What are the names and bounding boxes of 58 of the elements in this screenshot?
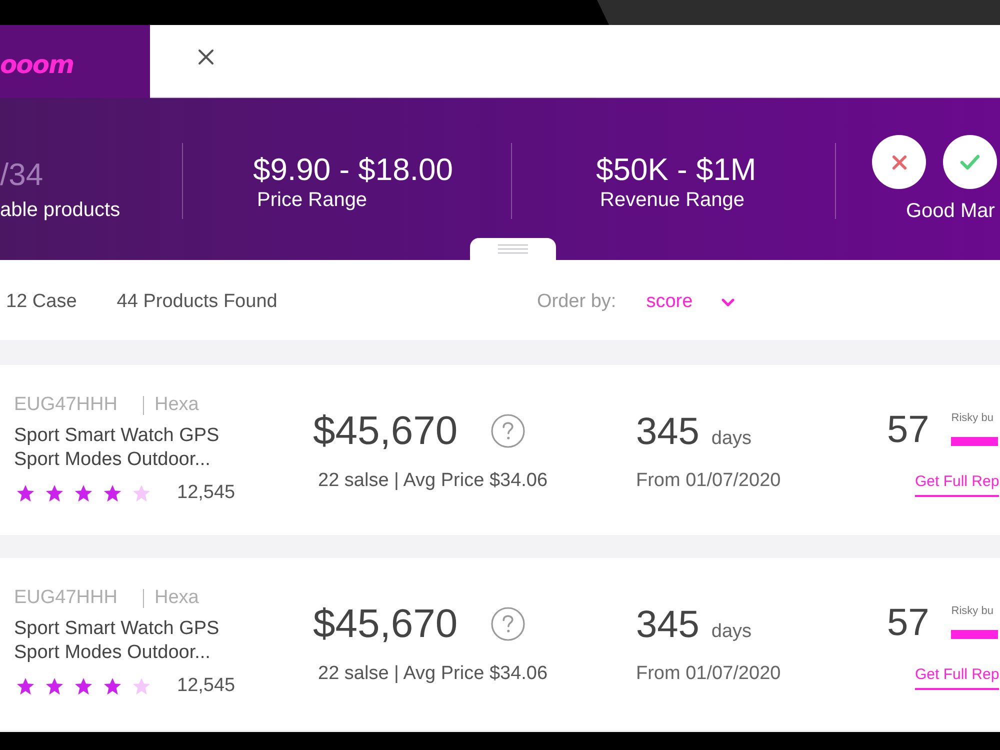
risk-label: Risky bu — [951, 604, 994, 618]
star-icon — [45, 676, 64, 696]
product-sku: EUG47HHH — [14, 394, 118, 416]
review-count: 12,545 — [177, 482, 236, 504]
report-link[interactable]: Get Full Rep — [915, 666, 1000, 690]
age-unit: days — [711, 428, 752, 450]
stat-label: Price Range — [257, 189, 368, 211]
help-icon[interactable] — [490, 414, 525, 448]
sales-summary: 22 salse | Avg Price $34.06 — [318, 662, 548, 686]
age-unit: days — [711, 621, 752, 643]
star-icon — [74, 484, 93, 502]
product-brand: Hexa — [154, 394, 199, 416]
star-icon — [103, 676, 122, 696]
score-value: 57 — [887, 601, 930, 645]
start-date: From 01/07/2020 — [636, 469, 781, 493]
risk-bar — [951, 437, 998, 446]
risk-bar — [951, 630, 998, 639]
accept-button[interactable] — [943, 135, 997, 189]
stat-value: /34 — [0, 157, 44, 193]
check-icon — [960, 154, 980, 170]
product-sku: EUG47HHH — [14, 587, 118, 609]
score-value: 57 — [887, 408, 930, 452]
star-icon — [45, 484, 64, 502]
report-link[interactable]: Get Full Rep — [915, 473, 1000, 497]
age-value: 345 — [636, 603, 700, 647]
close-icon[interactable] — [198, 49, 214, 65]
grip-icon — [498, 244, 528, 254]
stat-value: $50K - $1M — [596, 152, 756, 188]
products-found: 44 Products Found — [116, 291, 278, 313]
product-title: Sport Smart Watch GPS Sport Modes Outdoor... — [14, 424, 220, 472]
stat-label: Good Mar — [906, 200, 995, 222]
star-icon — [16, 676, 35, 696]
sales-summary: 22 salse | Avg Price $34.06 — [318, 469, 548, 493]
age-value: 345 — [636, 410, 700, 454]
revenue-value: $45,670 — [313, 408, 458, 455]
review-count: 12,545 — [177, 675, 236, 697]
chevron-down-icon — [720, 298, 735, 306]
stat-label: Revenue Range — [600, 189, 745, 211]
star-icon — [103, 484, 122, 502]
product-brand: Hexa — [154, 587, 199, 609]
case-count: 12 Case — [6, 291, 77, 313]
product-title: Sport Smart Watch GPS Sport Modes Outdoor... — [14, 617, 220, 665]
reject-button[interactable] — [872, 135, 926, 189]
stat-label: able products — [0, 199, 120, 221]
risk-label: Risky bu — [951, 411, 994, 425]
star-icon — [132, 676, 151, 696]
drawer-handle[interactable] — [470, 238, 556, 260]
revenue-value: $45,670 — [313, 601, 458, 648]
order-by-label: Order by: — [537, 291, 616, 313]
stat-value: $9.90 - $18.00 — [253, 152, 453, 188]
help-icon[interactable] — [490, 607, 525, 641]
star-icon — [16, 484, 35, 502]
logo: ooom — [0, 50, 74, 79]
cross-icon — [892, 154, 906, 170]
star-icon — [132, 484, 151, 502]
star-icon — [74, 676, 93, 696]
start-date: From 01/07/2020 — [636, 662, 781, 686]
sort-dropdown[interactable]: score — [646, 291, 735, 313]
